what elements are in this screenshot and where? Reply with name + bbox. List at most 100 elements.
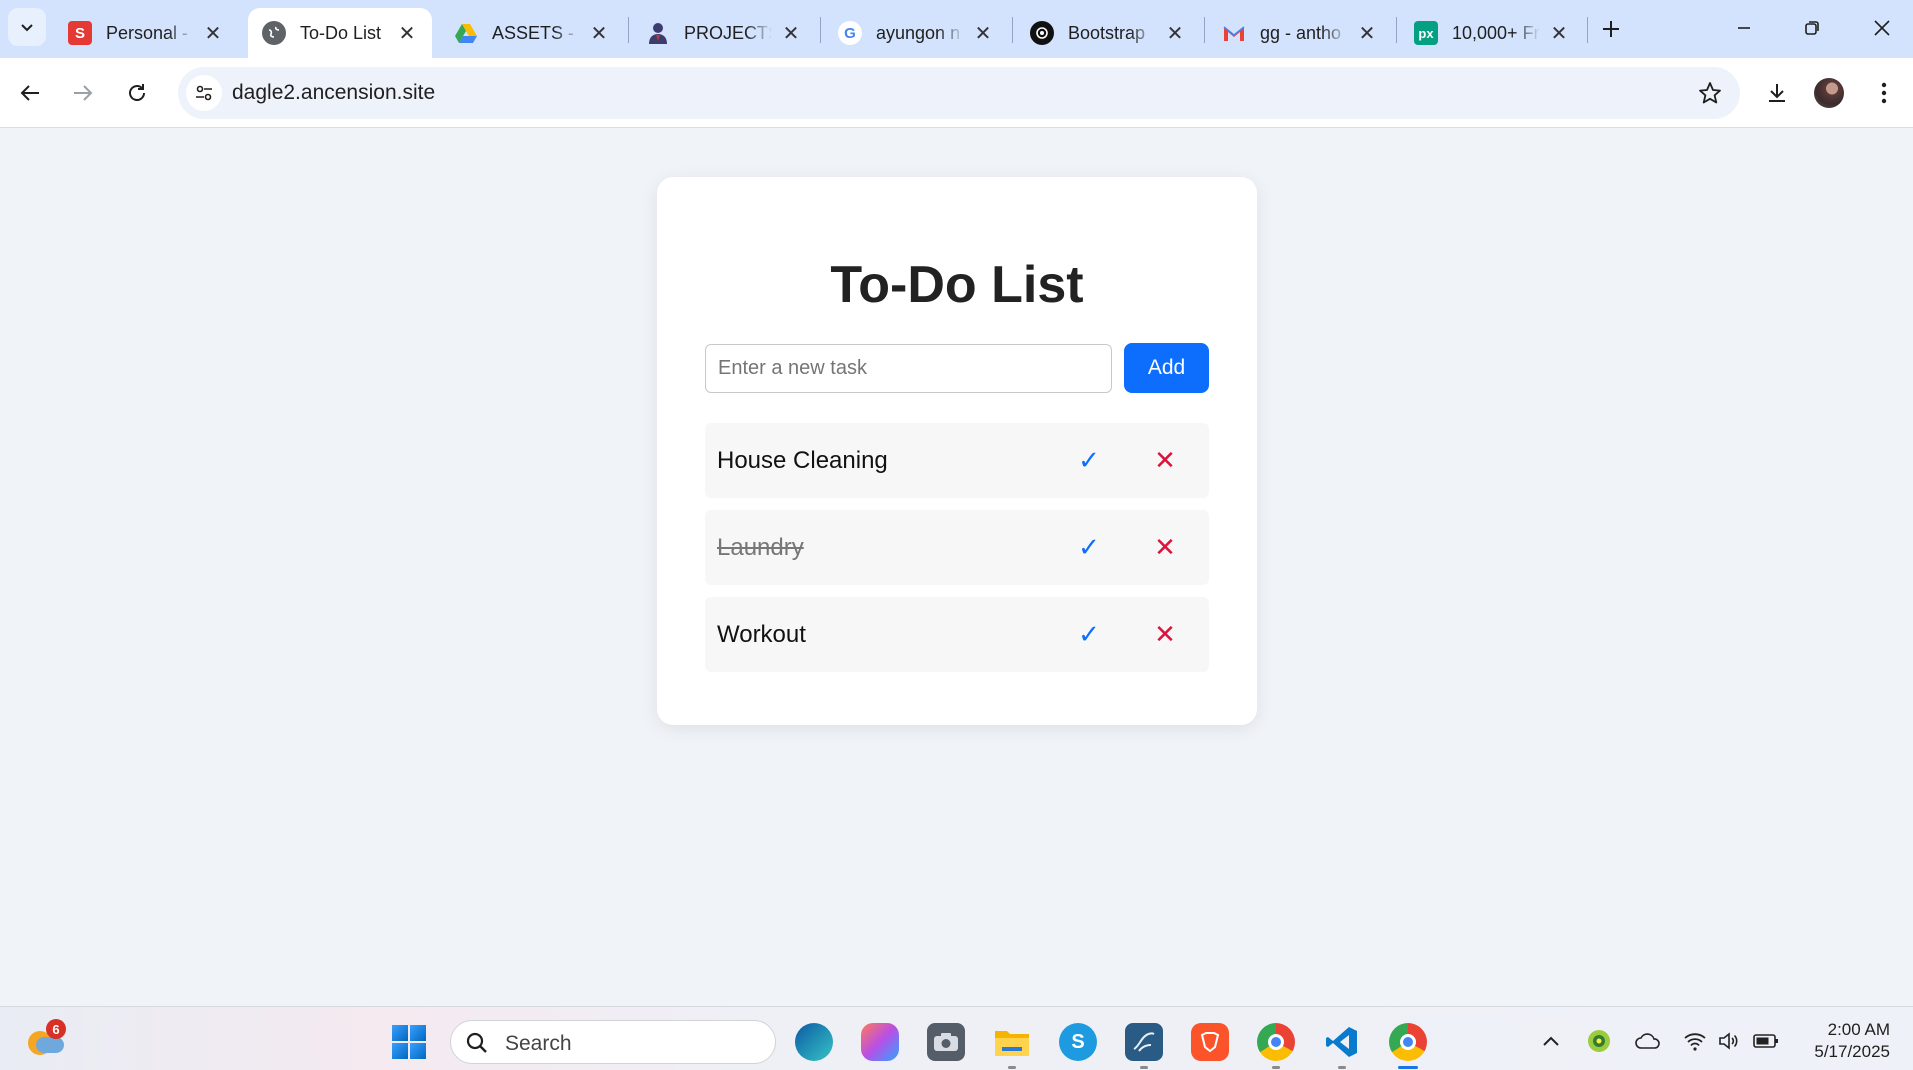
pexels-icon: px [1414, 21, 1438, 45]
profile-button[interactable] [1809, 73, 1849, 113]
tab-separator [1204, 17, 1205, 43]
vpn-tray-icon[interactable] [1585, 1027, 1613, 1055]
tab-strip: S Personal - ✕ To-Do List ✕ ASSETS - G ✕… [0, 0, 1913, 58]
task-input[interactable] [705, 344, 1112, 393]
system-clock[interactable]: 2:00 AM 5/17/2025 [1796, 1019, 1890, 1063]
complete-task-button[interactable]: ✓ [1072, 530, 1106, 564]
skype-icon[interactable]: S [1059, 1023, 1097, 1061]
tab-bootstrap[interactable]: Bootstrap ✕ [1016, 8, 1200, 58]
tab-label: gg - antho [1260, 22, 1342, 43]
search-icon [466, 1032, 487, 1053]
download-icon [1769, 84, 1785, 102]
tab-personal[interactable]: S Personal - ✕ [54, 8, 238, 58]
chrome-icon[interactable] [1389, 1023, 1427, 1061]
close-icon[interactable]: ✕ [202, 22, 224, 45]
tab-label: Personal - [106, 22, 189, 43]
running-indicator [1008, 1066, 1016, 1069]
openai-icon [1030, 21, 1054, 45]
page-viewport: To-Do List Add House Cleaning ✓ ✕ Laundr… [0, 128, 1913, 1006]
tab-label: Bootstrap [1068, 22, 1146, 43]
add-task-button[interactable]: Add [1124, 343, 1209, 393]
taskbar-search[interactable]: Search [450, 1020, 776, 1064]
windows-taskbar: 6 Search S 2:00 AM 5/17/2025 [0, 1006, 1913, 1070]
bookmark-button[interactable] [1696, 79, 1724, 107]
forward-button[interactable] [63, 73, 103, 113]
file-explorer-icon[interactable] [993, 1023, 1031, 1061]
restore-button[interactable] [1789, 6, 1835, 50]
close-icon[interactable]: ✕ [396, 22, 418, 45]
url-text[interactable]: dagle2.ancension.site [232, 81, 435, 105]
delete-task-button[interactable]: ✕ [1148, 530, 1182, 564]
delete-task-button[interactable]: ✕ [1148, 617, 1182, 651]
address-bar[interactable]: dagle2.ancension.site [178, 67, 1740, 119]
camera-icon[interactable] [927, 1023, 965, 1061]
windows-logo-icon [392, 1025, 408, 1041]
reload-button[interactable] [117, 73, 157, 113]
tab-separator [628, 17, 629, 43]
mysql-workbench-icon[interactable] [1125, 1023, 1163, 1061]
tab-projects[interactable]: PROJECTS| ✕ [632, 8, 816, 58]
tab-gmail[interactable]: gg - antho ✕ [1208, 8, 1392, 58]
site-info-button[interactable] [186, 75, 222, 111]
todo-card: To-Do List Add House Cleaning ✓ ✕ Laundr… [657, 177, 1257, 725]
tab-todo-list[interactable]: To-Do List ✕ [248, 8, 432, 58]
gmail-icon [1222, 21, 1246, 45]
tab-separator [1012, 17, 1013, 43]
copilot-icon[interactable] [861, 1023, 899, 1061]
chevron-up-icon [1543, 1036, 1559, 1046]
complete-task-button[interactable]: ✓ [1072, 443, 1106, 477]
tab-google-search[interactable]: G ayungon n ✕ [824, 8, 1008, 58]
tab-assets[interactable]: ASSETS - G ✕ [440, 8, 624, 58]
tab-pexels[interactable]: px 10,000+ Fr ✕ [1400, 8, 1584, 58]
volume-icon[interactable] [1715, 1027, 1743, 1055]
onedrive-icon[interactable] [1634, 1027, 1662, 1055]
close-window-button[interactable] [1859, 6, 1905, 50]
search-label: Search [505, 1032, 572, 1055]
minimize-button[interactable] [1721, 6, 1767, 50]
close-icon[interactable]: ✕ [1548, 22, 1570, 45]
task-item: House Cleaning ✓ ✕ [705, 423, 1209, 498]
chrome-profile-icon[interactable] [1257, 1023, 1295, 1061]
running-indicator [1272, 1066, 1280, 1069]
tab-label: PROJECTS| [684, 22, 772, 43]
close-icon[interactable]: ✕ [1164, 22, 1186, 45]
close-icon[interactable]: ✕ [972, 22, 994, 45]
battery-icon[interactable] [1752, 1027, 1780, 1055]
globe-icon [262, 21, 286, 45]
clock-time: 2:00 AM [1827, 1020, 1890, 1039]
complete-task-button[interactable]: ✓ [1072, 617, 1106, 651]
weather-widget[interactable]: 6 [24, 1019, 66, 1057]
start-button[interactable] [392, 1025, 426, 1059]
downloads-button[interactable] [1757, 73, 1797, 113]
close-icon[interactable]: ✕ [1356, 22, 1378, 45]
show-hidden-icons-button[interactable] [1537, 1027, 1565, 1055]
close-icon [1874, 20, 1890, 36]
tab-label: ASSETS - G [492, 22, 580, 43]
back-button[interactable] [10, 73, 50, 113]
wifi-icon[interactable] [1681, 1027, 1709, 1055]
close-icon[interactable]: ✕ [588, 22, 610, 45]
task-name: Laundry [717, 534, 804, 561]
task-item-completed: Laundry ✓ ✕ [705, 510, 1209, 585]
vscode-icon[interactable] [1323, 1023, 1361, 1061]
edge-icon[interactable] [795, 1023, 833, 1061]
tab-label: To-Do List [300, 22, 382, 43]
google-drive-icon [454, 21, 478, 45]
task-name: Workout [717, 621, 806, 648]
cloud-icon [36, 1037, 64, 1053]
arrow-right-icon [74, 85, 93, 101]
person-icon [646, 21, 670, 45]
google-icon: G [838, 21, 862, 45]
star-icon [1699, 82, 1721, 104]
brave-icon[interactable] [1191, 1023, 1229, 1061]
tab-separator [1396, 17, 1397, 43]
tune-icon [196, 85, 212, 101]
tab-search-button[interactable] [8, 8, 46, 46]
minimize-icon [1738, 27, 1750, 29]
new-tab-button[interactable] [1594, 12, 1628, 46]
running-indicator-active [1398, 1066, 1418, 1069]
menu-button[interactable] [1864, 73, 1904, 113]
delete-task-button[interactable]: ✕ [1148, 443, 1182, 477]
close-icon[interactable]: ✕ [780, 22, 802, 45]
task-item: Workout ✓ ✕ [705, 597, 1209, 672]
